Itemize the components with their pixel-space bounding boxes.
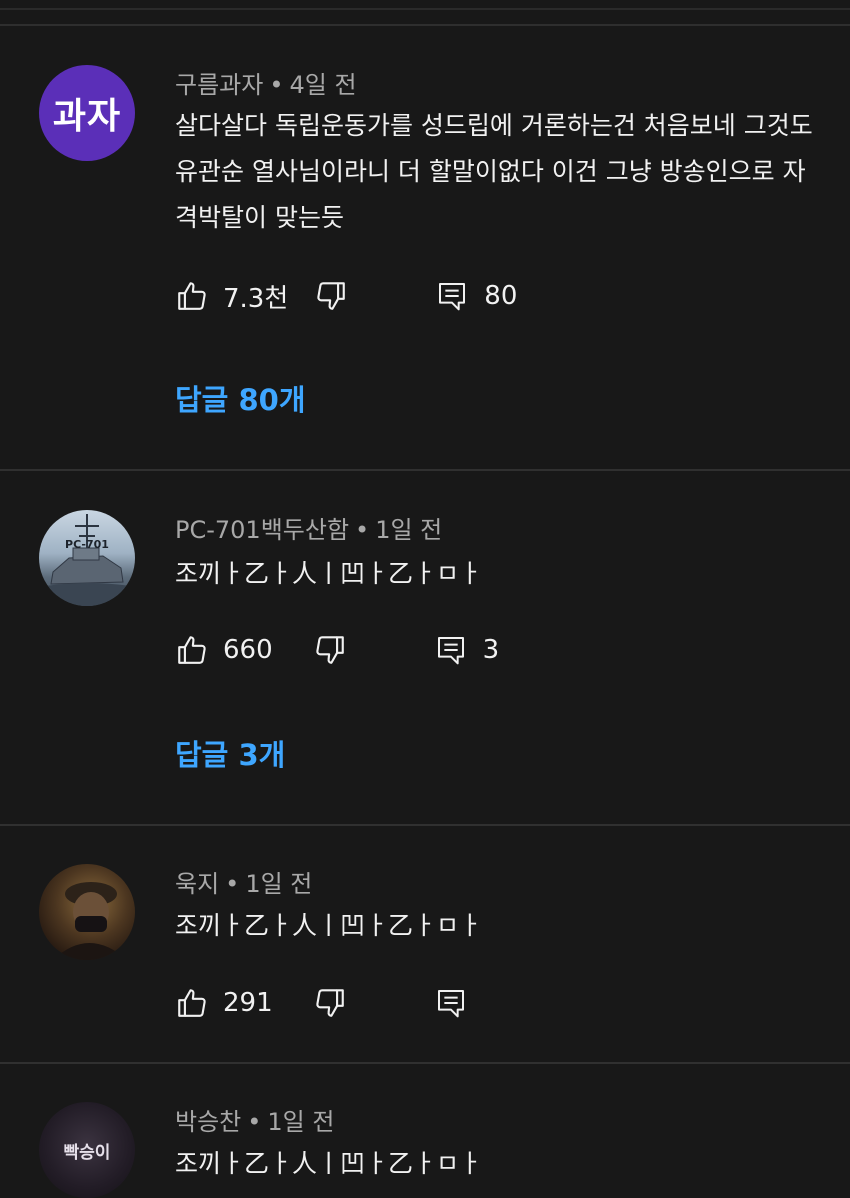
like-count: 7.3천 xyxy=(223,283,289,314)
comment-time[interactable]: 1일 전 xyxy=(245,870,312,898)
comment-thread: 욱지 • 1일 전 조끼ㅏ乙ㅏ人ㅣ凹ㅏ乙ㅏㅁㅏ 291 xyxy=(0,826,850,1062)
comment-thread: 과자 구름과자 • 4일 전 살다살다 독립운동가를 성드립에 거론하는건 처음보네… xyxy=(0,0,850,470)
author-name[interactable]: 욱지 xyxy=(175,870,219,898)
comment-meta: 구름과자 • 4일 전 xyxy=(175,65,357,100)
avatar[interactable]: 과자 xyxy=(39,65,135,161)
thumbs-up-icon xyxy=(178,282,206,310)
like-button[interactable] xyxy=(175,986,209,1020)
thumbs-up-icon xyxy=(178,636,206,664)
reply-button[interactable] xyxy=(435,633,467,667)
comment-meta: 박승찬 • 1일 전 xyxy=(175,1102,334,1137)
avatar-text: 빡승이 xyxy=(63,1142,111,1163)
thumbs-down-icon xyxy=(315,989,344,1017)
comment-text-line: 조끼ㅏ乙ㅏ人ㅣ凹ㅏ乙ㅏㅁㅏ xyxy=(175,559,483,588)
comment-actions: 660 3 xyxy=(175,632,499,668)
comment-icon xyxy=(437,637,464,665)
comment-icon xyxy=(439,283,466,311)
ship-hull-number: PC-701 xyxy=(65,538,109,551)
dislike-button[interactable] xyxy=(314,279,348,313)
comment-text-line: 조끼ㅏ乙ㅏ人ㅣ凹ㅏ乙ㅏㅁㅏ xyxy=(175,1149,483,1178)
comment-thread: 빡승이 박승찬 • 1일 전 조끼ㅏ乙ㅏ人ㅣ凹ㅏ乙ㅏㅁㅏ xyxy=(0,1064,850,1198)
avatar[interactable]: 빡승이 xyxy=(39,1102,135,1198)
meta-separator: • xyxy=(269,71,284,99)
dislike-button[interactable] xyxy=(313,633,347,667)
thumbs-down-icon xyxy=(317,282,346,310)
like-count: 291 xyxy=(223,988,273,1018)
reply-count: 80 xyxy=(484,281,518,311)
author-name[interactable]: 박승찬 xyxy=(175,1108,241,1136)
avatar[interactable]: PC-701 xyxy=(39,510,135,606)
comment-time[interactable]: 4일 전 xyxy=(289,71,356,99)
comment-time[interactable]: 1일 전 xyxy=(375,516,442,544)
reply-count: 3 xyxy=(482,635,500,665)
meta-separator: • xyxy=(355,516,370,544)
ship-image: PC-701 xyxy=(45,514,131,606)
comment-text-line: 격박탈이 맞는듯 xyxy=(175,203,344,232)
comment-icon xyxy=(437,990,464,1018)
comment-text-line: 유관순 열사님이라니 더 할말이없다 이건 그냥 방송인으로 자 xyxy=(175,157,806,186)
comment-time[interactable]: 1일 전 xyxy=(267,1108,334,1136)
reply-button[interactable] xyxy=(435,986,467,1020)
comment-actions: 291 xyxy=(175,985,483,1021)
person-image xyxy=(53,882,127,960)
comment-meta: PC-701백두산함 • 1일 전 xyxy=(175,510,442,545)
comment-thread: PC-701 PC-701백두산함 • 1일 전 조끼ㅏ乙ㅏ人ㅣ凹ㅏ乙ㅏㅁㅏ 660… xyxy=(0,470,850,824)
view-replies-button[interactable]: 답글 80개 xyxy=(175,377,306,419)
comment-actions: 7.3천 80 xyxy=(175,278,517,314)
like-button[interactable] xyxy=(175,279,209,313)
thumbs-down-icon xyxy=(315,636,344,664)
thumbs-up-icon xyxy=(178,989,206,1017)
meta-separator: • xyxy=(225,870,240,898)
comment-text-line: 살다살다 독립운동가를 성드립에 거론하는건 처음보네 그것도 xyxy=(175,111,813,140)
like-count: 660 xyxy=(223,635,273,665)
like-button[interactable] xyxy=(175,633,209,667)
avatar[interactable] xyxy=(39,864,135,960)
comment-meta: 욱지 • 1일 전 xyxy=(175,864,312,899)
reply-button[interactable] xyxy=(436,279,468,313)
dislike-button[interactable] xyxy=(313,986,347,1020)
avatar-text: 과자 xyxy=(52,96,122,137)
view-replies-button[interactable]: 답글 3개 xyxy=(175,732,285,774)
meta-separator: • xyxy=(247,1108,262,1136)
author-name[interactable]: 구름과자 xyxy=(175,71,263,99)
author-name[interactable]: PC-701백두산함 xyxy=(175,516,349,544)
comment-text-line: 조끼ㅏ乙ㅏ人ㅣ凹ㅏ乙ㅏㅁㅏ xyxy=(175,911,483,940)
